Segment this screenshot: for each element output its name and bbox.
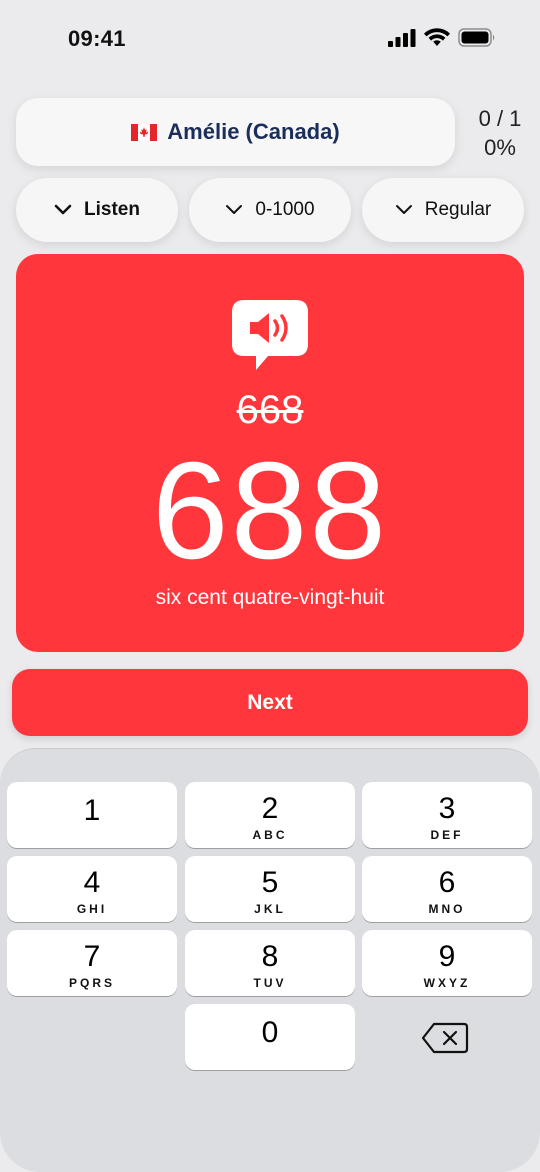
speed-dropdown-label: Regular	[424, 199, 492, 220]
key-letters: WXYZ	[423, 976, 471, 990]
key-letters: ABC	[252, 828, 288, 842]
battery-icon	[458, 28, 495, 47]
key-7[interactable]: 7 PQRS	[7, 930, 177, 996]
score-percent: 0%	[484, 135, 516, 160]
range-dropdown-label: 0-1000	[255, 199, 315, 220]
status-icons	[388, 28, 496, 47]
key-6[interactable]: 6 MNO	[362, 856, 532, 922]
range-dropdown[interactable]: 0-1000	[189, 178, 351, 242]
next-button[interactable]: Next	[12, 669, 528, 736]
mode-dropdown-label: Listen	[84, 199, 140, 220]
key-digit: 1	[83, 794, 101, 827]
key-letters: MNO	[428, 902, 466, 916]
key-digit: 4	[83, 866, 101, 899]
backspace-icon[interactable]	[420, 1021, 470, 1055]
key-digit: 0	[261, 1016, 279, 1049]
score-display: 0 / 1 0%	[468, 104, 532, 162]
correct-answer: 688	[151, 434, 389, 588]
key-letters: GHI	[76, 902, 108, 916]
key-0[interactable]: 0	[185, 1004, 355, 1070]
key-digit: 9	[438, 940, 456, 973]
key-digit: 6	[438, 866, 456, 899]
key-digit: 5	[261, 866, 279, 899]
chevron-down-icon	[395, 205, 412, 214]
key-digit: 8	[261, 940, 279, 973]
key-1[interactable]: 1	[7, 782, 177, 848]
chevron-down-icon	[226, 205, 243, 214]
cellular-signal-icon	[388, 28, 416, 47]
key-9[interactable]: 9 WXYZ	[362, 930, 532, 996]
score-count: 0 / 1	[478, 106, 522, 131]
speed-dropdown[interactable]: Regular	[362, 178, 524, 242]
mode-dropdown[interactable]: Listen	[16, 178, 178, 242]
key-letters: TUV	[253, 976, 287, 990]
key-5[interactable]: 5 JKL	[185, 856, 355, 922]
status-time: 09:41	[68, 26, 126, 51]
key-digit: 3	[438, 792, 456, 825]
chevron-down-icon	[54, 204, 72, 215]
key-letters: PQRS	[68, 976, 115, 990]
key-letters: DEF	[430, 828, 464, 842]
voice-selector-button[interactable]: Amélie (Canada)	[16, 98, 455, 166]
wifi-icon	[424, 28, 450, 46]
speaker-bubble-icon[interactable]	[232, 300, 308, 370]
voice-name: Amélie (Canada)	[167, 119, 340, 144]
numeric-keypad: 1 2 ABC 3 DEF 4 GHI 5 JKL 6 MNO 7 PQRS 8…	[0, 748, 540, 1172]
wrong-answer: 668	[236, 388, 304, 432]
key-digit: 7	[83, 940, 101, 973]
key-8[interactable]: 8 TUV	[185, 930, 355, 996]
key-4[interactable]: 4 GHI	[7, 856, 177, 922]
result-card: 668 688 six cent quatre-vingt-huit	[16, 254, 524, 652]
correct-answer-words: six cent quatre-vingt-huit	[155, 586, 385, 609]
app-screen: 09:41 Amélie (Canada) 0 / 1 0% Listen 0-…	[0, 0, 540, 1172]
key-2[interactable]: 2 ABC	[185, 782, 355, 848]
key-3[interactable]: 3 DEF	[362, 782, 532, 848]
key-digit: 2	[261, 792, 279, 825]
canada-flag-icon	[131, 123, 158, 141]
key-letters: JKL	[254, 902, 286, 916]
